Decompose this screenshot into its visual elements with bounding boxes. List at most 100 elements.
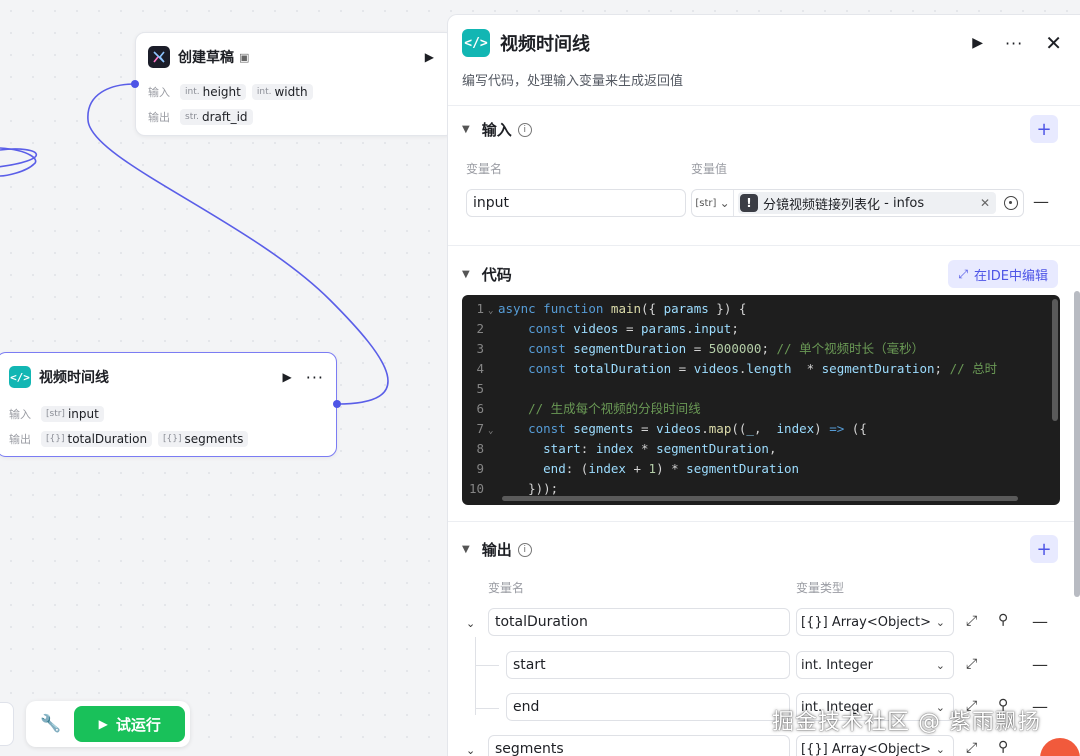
code-line: 5 bbox=[476, 381, 484, 396]
tree-line bbox=[475, 665, 499, 666]
panel-header: </> 视频时间线 ▶ ··· ✕ bbox=[462, 29, 1062, 57]
variable-reference-chip[interactable]: ! 分镜视频链接列表化 - infos ✕ bbox=[738, 192, 996, 214]
add-output-button[interactable]: + bbox=[1030, 535, 1058, 563]
run-icon[interactable]: ▶ bbox=[972, 35, 983, 51]
chevron-down-icon: ⌄ bbox=[935, 615, 945, 629]
col-var-name: 变量名 bbox=[488, 581, 525, 595]
watermark: 掘金技术社区 @ 紫雨飘扬 bbox=[772, 710, 1041, 735]
output-label: 输出 bbox=[148, 110, 170, 124]
more-icon[interactable]: ··· bbox=[1005, 34, 1023, 53]
output-chip-total-duration: [{}] totalDuration bbox=[41, 430, 153, 447]
output-name-field[interactable]: end bbox=[506, 693, 790, 721]
add-input-button[interactable]: + bbox=[1030, 115, 1058, 143]
col-var-name: 变量名 bbox=[466, 162, 503, 176]
output-name-field[interactable]: segments bbox=[488, 735, 790, 756]
output-type-select[interactable]: int. Integer ⌄ bbox=[796, 651, 954, 679]
divider bbox=[448, 245, 1080, 246]
node-video-timeline[interactable]: </> 视频时间线 ▶ ··· 输入 [str] input 输出 [{}] tot… bbox=[0, 352, 337, 457]
input-section-header[interactable]: ▼ 输入 i bbox=[462, 119, 532, 140]
info-icon[interactable]: i bbox=[517, 122, 532, 137]
output-name-field[interactable]: totalDuration bbox=[488, 608, 790, 636]
divider bbox=[448, 105, 1080, 106]
plugin-icon: ▣ bbox=[239, 50, 250, 64]
code-line: 8 start: index * segmentDuration, bbox=[476, 441, 777, 456]
more-icon[interactable]: ··· bbox=[306, 368, 324, 387]
tree-line bbox=[475, 708, 499, 709]
remove-input-button[interactable]: — bbox=[1033, 192, 1049, 211]
toolbar-left-button[interactable] bbox=[0, 702, 14, 746]
draft-app-icon bbox=[148, 46, 170, 68]
remove-output-button[interactable]: — bbox=[1032, 612, 1048, 631]
test-run-button[interactable]: ▶ 试运行 bbox=[74, 706, 185, 742]
col-var-value: 变量值 bbox=[691, 162, 728, 176]
input-label: 输入 bbox=[9, 407, 31, 421]
code-node-icon: </> bbox=[462, 29, 490, 57]
node-title: 视频时间线 bbox=[39, 370, 109, 386]
divider bbox=[448, 521, 1080, 522]
input-chip-width: int. width bbox=[251, 83, 313, 100]
chevron-down-icon: ⌄ bbox=[935, 658, 945, 672]
output-type-select[interactable]: [{}] Array<Object> ⌄ bbox=[796, 735, 954, 756]
warning-icon: ! bbox=[740, 194, 758, 212]
panel-title[interactable]: 视频时间线 bbox=[500, 30, 590, 56]
chevron-down-icon[interactable]: ⌄ bbox=[466, 617, 475, 630]
code-line: 7 ⌄ const segments = videos.map((_, index… bbox=[476, 421, 867, 436]
expand-icon: ⤢ bbox=[958, 266, 968, 281]
output-name-field[interactable]: start bbox=[506, 651, 790, 679]
code-editor[interactable]: 1 ⌄ async function main({ params }) { 2 co… bbox=[462, 295, 1060, 505]
bottom-toolbar: 🔧 ▶ 试运行 bbox=[26, 701, 190, 747]
input-name-field[interactable]: input bbox=[466, 189, 686, 217]
run-node-icon[interactable]: ▶ bbox=[283, 370, 292, 384]
code-line: 6 // 生成每个视频的分段时间线 bbox=[476, 401, 701, 416]
run-node-icon[interactable]: ▶ bbox=[425, 50, 434, 64]
output-chip-segments: [{}] segments bbox=[158, 430, 249, 447]
output-type-select[interactable]: [{}] Array<Object> ⌄ bbox=[796, 608, 954, 636]
editor-scrollbar-vertical[interactable] bbox=[1052, 299, 1058, 421]
node-config-panel: </> 视频时间线 ▶ ··· ✕ 编写代码，处理输入变量来生成返回值 ▼ 输入… bbox=[447, 14, 1080, 756]
code-line: 3 const segmentDuration = 5000000; // 单个… bbox=[476, 341, 925, 356]
input-chip-input: [str] input bbox=[41, 405, 104, 422]
expand-icon[interactable]: ⤢ bbox=[966, 656, 977, 672]
tree-line bbox=[475, 637, 476, 715]
input-value-field[interactable]: [str] ⌄ ! 分镜视频链接列表化 - infos ✕ bbox=[691, 189, 1024, 217]
code-line: 4 const totalDuration = videos.length * … bbox=[476, 361, 998, 376]
code-node-icon: </> bbox=[9, 366, 31, 388]
remove-output-button[interactable]: — bbox=[1032, 655, 1048, 674]
edit-in-ide-button[interactable]: ⤢ 在IDE中编辑 bbox=[948, 260, 1058, 288]
play-icon: ▶ bbox=[98, 717, 108, 731]
code-line: 9 end: (index + 1) * segmentDuration bbox=[476, 461, 800, 476]
node-create-draft[interactable]: 创建草稿 ▣ ▶ 输入 int. height int. width 输出 str.… bbox=[135, 32, 455, 136]
wrench-icon[interactable]: 🔧 bbox=[31, 714, 70, 734]
editor-scrollbar-horizontal[interactable] bbox=[502, 496, 1018, 501]
input-label: 输入 bbox=[148, 85, 170, 99]
clear-icon[interactable]: ✕ bbox=[980, 196, 990, 210]
chevron-down-icon: ▼ bbox=[462, 544, 470, 555]
output-section-header[interactable]: ▼ 输出 i bbox=[462, 539, 532, 560]
code-section-header[interactable]: ▼ 代码 bbox=[462, 264, 512, 285]
code-line: 2 const videos = params.input; bbox=[476, 321, 739, 336]
chevron-down-icon: ▼ bbox=[462, 269, 470, 280]
expand-icon[interactable]: ⤢ bbox=[966, 740, 977, 756]
panel-scrollbar[interactable] bbox=[1074, 291, 1080, 597]
close-icon[interactable]: ✕ bbox=[1045, 31, 1062, 55]
timeline-output-port[interactable] bbox=[333, 400, 341, 408]
chevron-down-icon: ⌄ bbox=[935, 742, 945, 756]
expand-icon[interactable]: ⤢ bbox=[966, 613, 977, 629]
output-chip-draft-id: str. draft_id bbox=[180, 108, 253, 125]
add-child-icon[interactable]: ⚲ bbox=[998, 612, 1008, 628]
output-label: 输出 bbox=[9, 432, 31, 446]
draft-input-port[interactable] bbox=[131, 80, 139, 88]
wire-loop-left bbox=[0, 148, 38, 168]
add-child-icon[interactable]: ⚲ bbox=[998, 739, 1008, 755]
code-line: 1 ⌄ async function main({ params }) { bbox=[476, 301, 747, 316]
chevron-down-icon: ▼ bbox=[462, 124, 470, 135]
type-selector[interactable]: [str] ⌄ bbox=[692, 190, 734, 216]
info-icon[interactable]: i bbox=[517, 542, 532, 557]
target-icon[interactable] bbox=[1004, 196, 1018, 210]
input-chip-height: int. height bbox=[180, 83, 246, 100]
chevron-down-icon[interactable]: ⌄ bbox=[466, 744, 475, 756]
wire-left-top bbox=[0, 147, 37, 177]
panel-description[interactable]: 编写代码，处理输入变量来生成返回值 bbox=[462, 70, 683, 89]
node-title: 创建草稿 bbox=[178, 50, 234, 66]
col-var-type: 变量类型 bbox=[796, 581, 845, 595]
